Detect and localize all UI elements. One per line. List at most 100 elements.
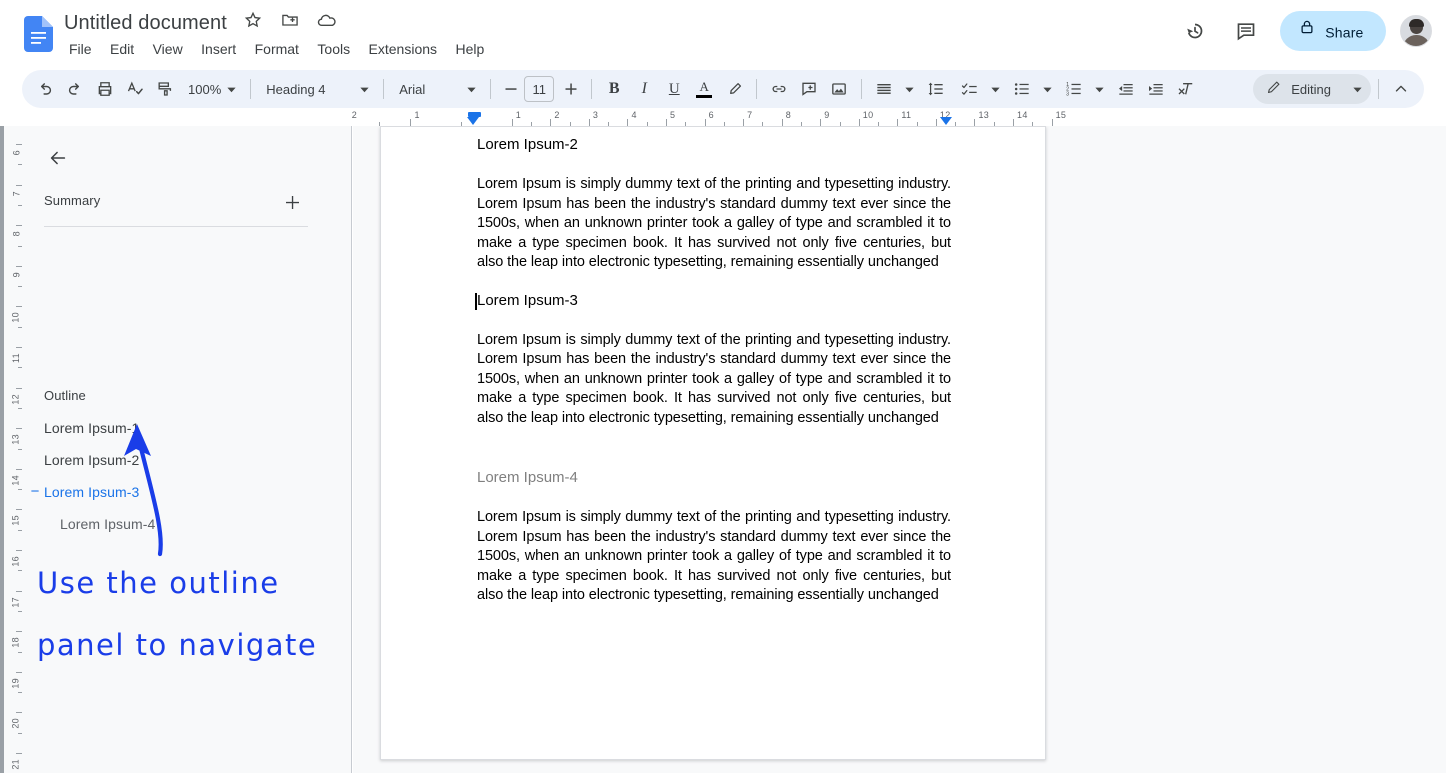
align-button[interactable] [869, 74, 899, 104]
vertical-ruler[interactable]: 678910111213141516171819202122 [0, 126, 22, 773]
font-size-input[interactable]: 11 [524, 76, 554, 102]
align-chevron-down-icon[interactable] [901, 81, 917, 97]
outline-item-label: Lorem Ipsum-2 [44, 452, 139, 468]
text-color-button[interactable]: A [689, 74, 719, 104]
add-comment-button[interactable] [794, 74, 824, 104]
italic-button[interactable]: I [629, 74, 659, 104]
ruler-tick-major [705, 119, 706, 126]
spacer [477, 446, 951, 468]
checklist-button[interactable] [955, 74, 985, 104]
ruler-number: 14 [1017, 110, 1028, 120]
outline-item-lorem-ipsum-4[interactable]: Lorem Ipsum-4 [22, 508, 352, 540]
ruler-number: 1 [414, 110, 419, 120]
print-button[interactable] [90, 74, 120, 104]
version-history-icon[interactable] [1175, 11, 1215, 51]
line-spacing-button[interactable] [921, 74, 951, 104]
menu-view[interactable]: View [146, 39, 190, 60]
menu-file[interactable]: File [62, 39, 99, 60]
comments-icon[interactable] [1226, 11, 1266, 51]
page-body[interactable]: Lorem Ipsum-2 Lorem Ipsum is simply dumm… [477, 135, 951, 624]
zoom-value: 100% [188, 82, 221, 97]
outline-item-lorem-ipsum-2[interactable]: Lorem Ipsum-2 [22, 444, 352, 476]
checklist-chevron-down-icon[interactable] [987, 81, 1003, 97]
bulleted-list-button[interactable] [1007, 74, 1037, 104]
outline-item-lorem-ipsum-1[interactable]: Lorem Ipsum-1 [22, 412, 352, 444]
text-cursor [475, 293, 477, 310]
clear-formatting-button[interactable] [1171, 74, 1201, 104]
menu-help[interactable]: Help [448, 39, 491, 60]
heading-lorem-ipsum-2[interactable]: Lorem Ipsum-2 [477, 135, 951, 155]
outline-list: Lorem Ipsum-1 Lorem Ipsum-2 − Lorem Ipsu… [22, 412, 352, 540]
paragraph-style-select[interactable]: Heading 4 [258, 75, 376, 103]
decrease-indent-button[interactable] [1111, 74, 1141, 104]
ruler-tick-major [936, 119, 937, 126]
toolbar-divider [591, 79, 592, 99]
menu-tools[interactable]: Tools [310, 39, 357, 60]
increase-indent-button[interactable] [1141, 74, 1171, 104]
avatar-body [1403, 35, 1430, 47]
ruler-number: 15 [11, 515, 21, 526]
ruler-tick-major [410, 119, 411, 126]
document-page[interactable]: Lorem Ipsum-2 Lorem Ipsum is simply dumm… [380, 126, 1046, 760]
share-button[interactable]: Share [1280, 11, 1385, 51]
ruler-number: 21 [11, 759, 21, 770]
bold-button[interactable]: B [599, 74, 629, 104]
chevron-down-icon [356, 81, 372, 97]
redo-button[interactable] [60, 74, 90, 104]
add-summary-button[interactable] [276, 186, 308, 218]
ruler-number: 8 [11, 231, 21, 236]
move-to-folder-icon[interactable] [280, 10, 304, 34]
cloud-saved-icon[interactable] [316, 10, 340, 34]
editing-mode-button[interactable]: Editing [1253, 74, 1371, 104]
increase-font-size-button[interactable] [558, 76, 584, 102]
toolbar-divider [490, 79, 491, 99]
paint-format-button[interactable] [150, 74, 180, 104]
decrease-font-size-button[interactable] [498, 76, 524, 102]
horizontal-ruler[interactable]: 21123456789101112131415 [352, 110, 1446, 126]
back-arrow-icon[interactable] [40, 140, 76, 176]
ruler-number: 3 [593, 110, 598, 120]
title-icon-group [243, 11, 348, 35]
numbered-list-button[interactable]: 1 2 3 [1059, 74, 1089, 104]
ruler-tick-major [820, 119, 821, 126]
outline-section-label: Outline [44, 388, 86, 403]
star-icon[interactable] [243, 10, 267, 34]
spell-check-button[interactable] [120, 74, 150, 104]
menu-extensions[interactable]: Extensions [362, 39, 444, 60]
toolbar-divider [756, 79, 757, 99]
document-canvas: Lorem Ipsum-2 Lorem Ipsum is simply dumm… [353, 126, 1446, 773]
ruler-tick-major [550, 119, 551, 126]
ruler-number: 10 [863, 110, 874, 120]
ruler-number: 14 [11, 475, 21, 486]
paragraph-1[interactable]: Lorem Ipsum is simply dummy text of the … [477, 175, 951, 273]
menu-format[interactable]: Format [248, 39, 306, 60]
toolbar-divider [861, 79, 862, 99]
paragraph-2[interactable]: Lorem Ipsum is simply dummy text of the … [477, 331, 951, 429]
insert-link-button[interactable] [764, 74, 794, 104]
collapse-minus-icon[interactable]: − [29, 476, 41, 508]
document-title[interactable]: Untitled document [62, 10, 229, 36]
heading-lorem-ipsum-3[interactable]: Lorem Ipsum-3 [477, 291, 951, 311]
underline-button[interactable]: U [659, 74, 689, 104]
avatar[interactable] [1400, 15, 1432, 47]
collapse-toolbar-button[interactable] [1386, 74, 1416, 104]
numbered-list-chevron-down-icon[interactable] [1091, 81, 1107, 97]
insert-image-button[interactable] [824, 74, 854, 104]
outline-item-lorem-ipsum-3[interactable]: − Lorem Ipsum-3 [22, 476, 352, 508]
menu-insert[interactable]: Insert [194, 39, 243, 60]
right-indent-marker[interactable] [940, 117, 952, 125]
bulleted-list-chevron-down-icon[interactable] [1039, 81, 1055, 97]
ruler-number: 11 [11, 353, 21, 363]
chevron-down-icon [223, 81, 239, 97]
title-block: Untitled document [62, 10, 348, 36]
undo-button[interactable] [30, 74, 60, 104]
paragraph-3[interactable]: Lorem Ipsum is simply dummy text of the … [477, 508, 951, 606]
highlight-button[interactable] [719, 74, 749, 104]
ruler-number: 5 [670, 110, 675, 120]
font-family-select[interactable]: Arial [391, 75, 483, 103]
ruler-number: 17 [11, 597, 21, 608]
left-indent-marker[interactable] [467, 117, 479, 125]
zoom-select[interactable]: 100% [180, 75, 243, 103]
heading-lorem-ipsum-4[interactable]: Lorem Ipsum-4 [477, 468, 951, 488]
menu-edit[interactable]: Edit [103, 39, 141, 60]
